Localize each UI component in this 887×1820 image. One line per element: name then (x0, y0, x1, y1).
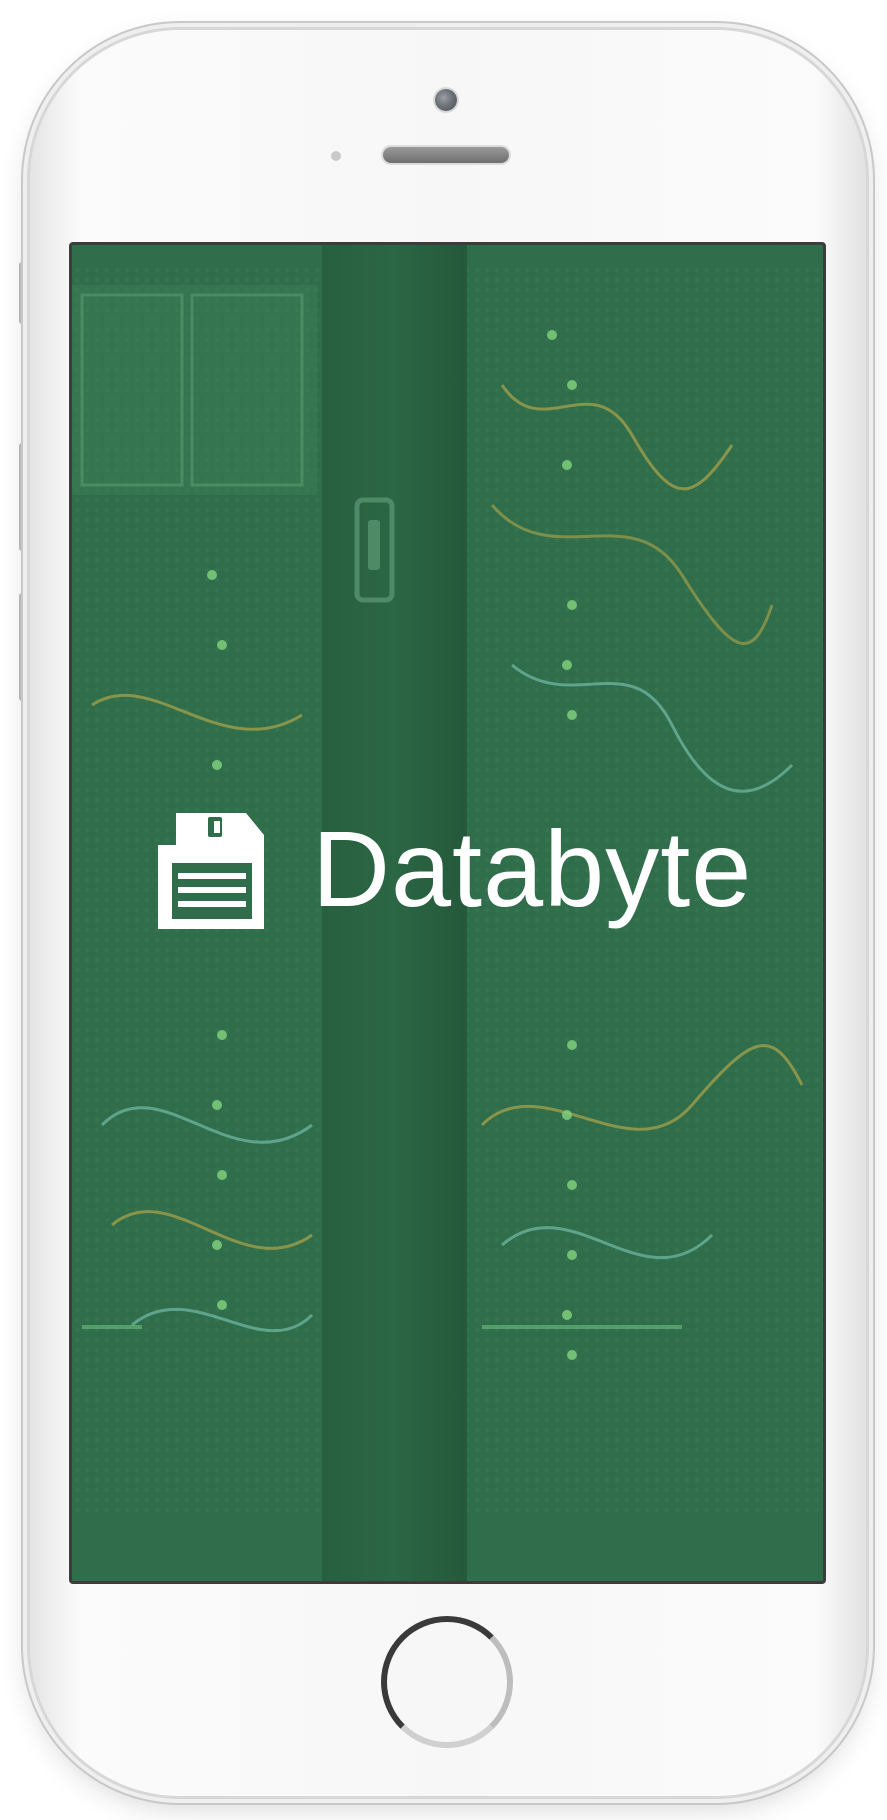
silent-switch (19, 262, 27, 324)
front-camera-icon (435, 89, 457, 111)
floppy-disk-icon (158, 813, 264, 929)
volume-up-button[interactable] (19, 443, 27, 551)
volume-down-button[interactable] (19, 593, 27, 701)
proximity-sensor (331, 151, 341, 161)
earpiece-speaker (383, 147, 509, 163)
app-name: Databyte (312, 808, 753, 929)
splash-screen[interactable]: Databyte (69, 242, 826, 1584)
home-button[interactable] (381, 1616, 513, 1748)
phone-mockup-stage: Databyte (0, 0, 887, 1820)
app-logo: Databyte (154, 805, 754, 945)
